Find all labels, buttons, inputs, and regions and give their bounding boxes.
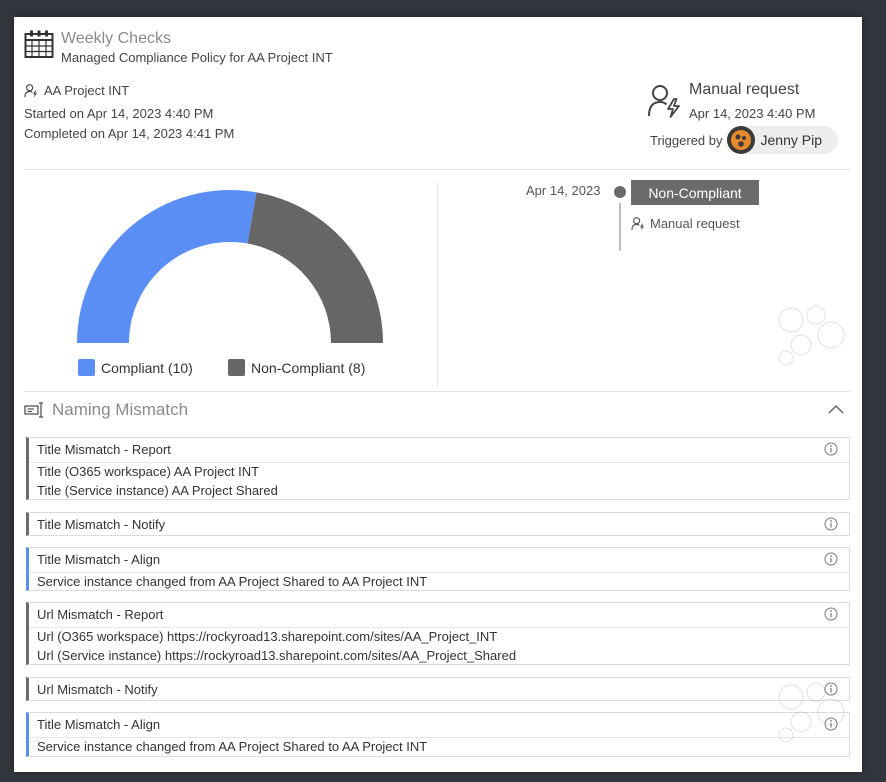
card-divider [29,627,849,628]
avatar [726,126,755,154]
card-title: Title Mismatch - Align [37,552,161,567]
timeline-request-label: Manual request [650,216,740,231]
mismatch-card[interactable]: Title Mismatch - Report Title (O365 work… [26,437,850,500]
card-title: Url Mismatch - Notify [37,682,158,697]
card-title: Title Mismatch - Notify [37,517,166,532]
vertical-divider [437,183,438,387]
watermark-icon [778,305,845,366]
triggered-label: Triggered by [650,132,723,148]
avatar-icon [730,130,751,150]
user-name: Jenny Pip [760,132,822,148]
mismatch-card[interactable]: Url Mismatch - Notify [26,677,850,701]
section-title: Naming Mismatch [52,400,189,419]
completed-text: Completed on Apr 14, 2023 4:41 PM [24,126,235,141]
timeline-dot [614,186,626,198]
user-pill[interactable]: Jenny Pip [726,126,838,154]
chevron-up-icon[interactable] [827,401,845,419]
project-row: AA Project INT [24,83,129,98]
timeline-date: Apr 14, 2023 [526,183,601,198]
legend-label-compliant: Compliant (10) [101,359,193,376]
card-line: Service instance changed from AA Project… [37,574,428,589]
card-line: Url (Service instance) https://rockyroad… [37,648,517,663]
user-lightning-icon [631,217,645,231]
mismatch-card[interactable]: Url Mismatch - Report Url (O365 workspac… [26,602,850,665]
mismatch-card[interactable]: Title Mismatch - Notify [26,512,850,536]
card-divider [29,462,849,463]
timeline-request: Manual request [631,216,740,231]
compliance-chart [77,190,383,343]
card-title: Title Mismatch - Align [37,717,161,732]
card-line: Url (O365 workspace) https://rockyroad13… [37,629,498,644]
chart-slice-non-compliant[interactable] [247,192,383,343]
request-title: Manual request [689,81,800,98]
status-badge[interactable]: Non-Compliant [631,180,759,205]
info-icon[interactable] [824,442,838,456]
card-divider [29,572,849,573]
mismatch-card[interactable]: Title Mismatch - Align Service instance … [26,712,850,757]
divider [24,169,850,170]
naming-icon [24,402,43,418]
legend-non-compliant[interactable]: Non-Compliant (8) [228,359,365,376]
legend-swatch-compliant [78,359,95,376]
triggered-by: Triggered by Jenny Pip [650,126,838,154]
info-icon[interactable] [824,607,838,621]
card-line: Title (Service instance) AA Project Shar… [37,483,278,498]
chart-slice-compliant[interactable] [77,190,257,343]
legend-compliant[interactable]: Compliant (10) [78,359,193,376]
timeline-line [619,203,621,251]
card-line: Title (O365 workspace) AA Project INT [37,464,260,479]
card-title: Url Mismatch - Report [37,607,164,622]
legend-label-non-compliant: Non-Compliant (8) [251,359,366,376]
info-icon[interactable] [824,517,838,531]
card-title: Title Mismatch - Report [37,442,171,457]
page-subtitle: Managed Compliance Policy for AA Project… [61,50,333,65]
request-date: Apr 14, 2023 4:40 PM [689,106,816,121]
project-name: AA Project INT [44,83,130,98]
mismatch-card[interactable]: Title Mismatch - Align Service instance … [26,547,850,591]
calendar-icon [24,30,54,58]
section-header[interactable]: Naming Mismatch [24,400,188,420]
info-icon[interactable] [824,552,838,566]
started-text: Started on Apr 14, 2023 4:40 PM [24,106,214,121]
divider [24,391,850,392]
legend-swatch-non-compliant [228,359,245,376]
user-lightning-icon [648,85,680,118]
page-title: Weekly Checks [61,30,171,47]
check-detail-panel: Weekly Checks Managed Compliance Policy … [14,17,862,772]
watermark-icon [778,682,845,743]
card-divider [29,737,849,738]
user-lightning-icon [24,84,38,98]
card-line: Service instance changed from AA Project… [37,739,428,754]
